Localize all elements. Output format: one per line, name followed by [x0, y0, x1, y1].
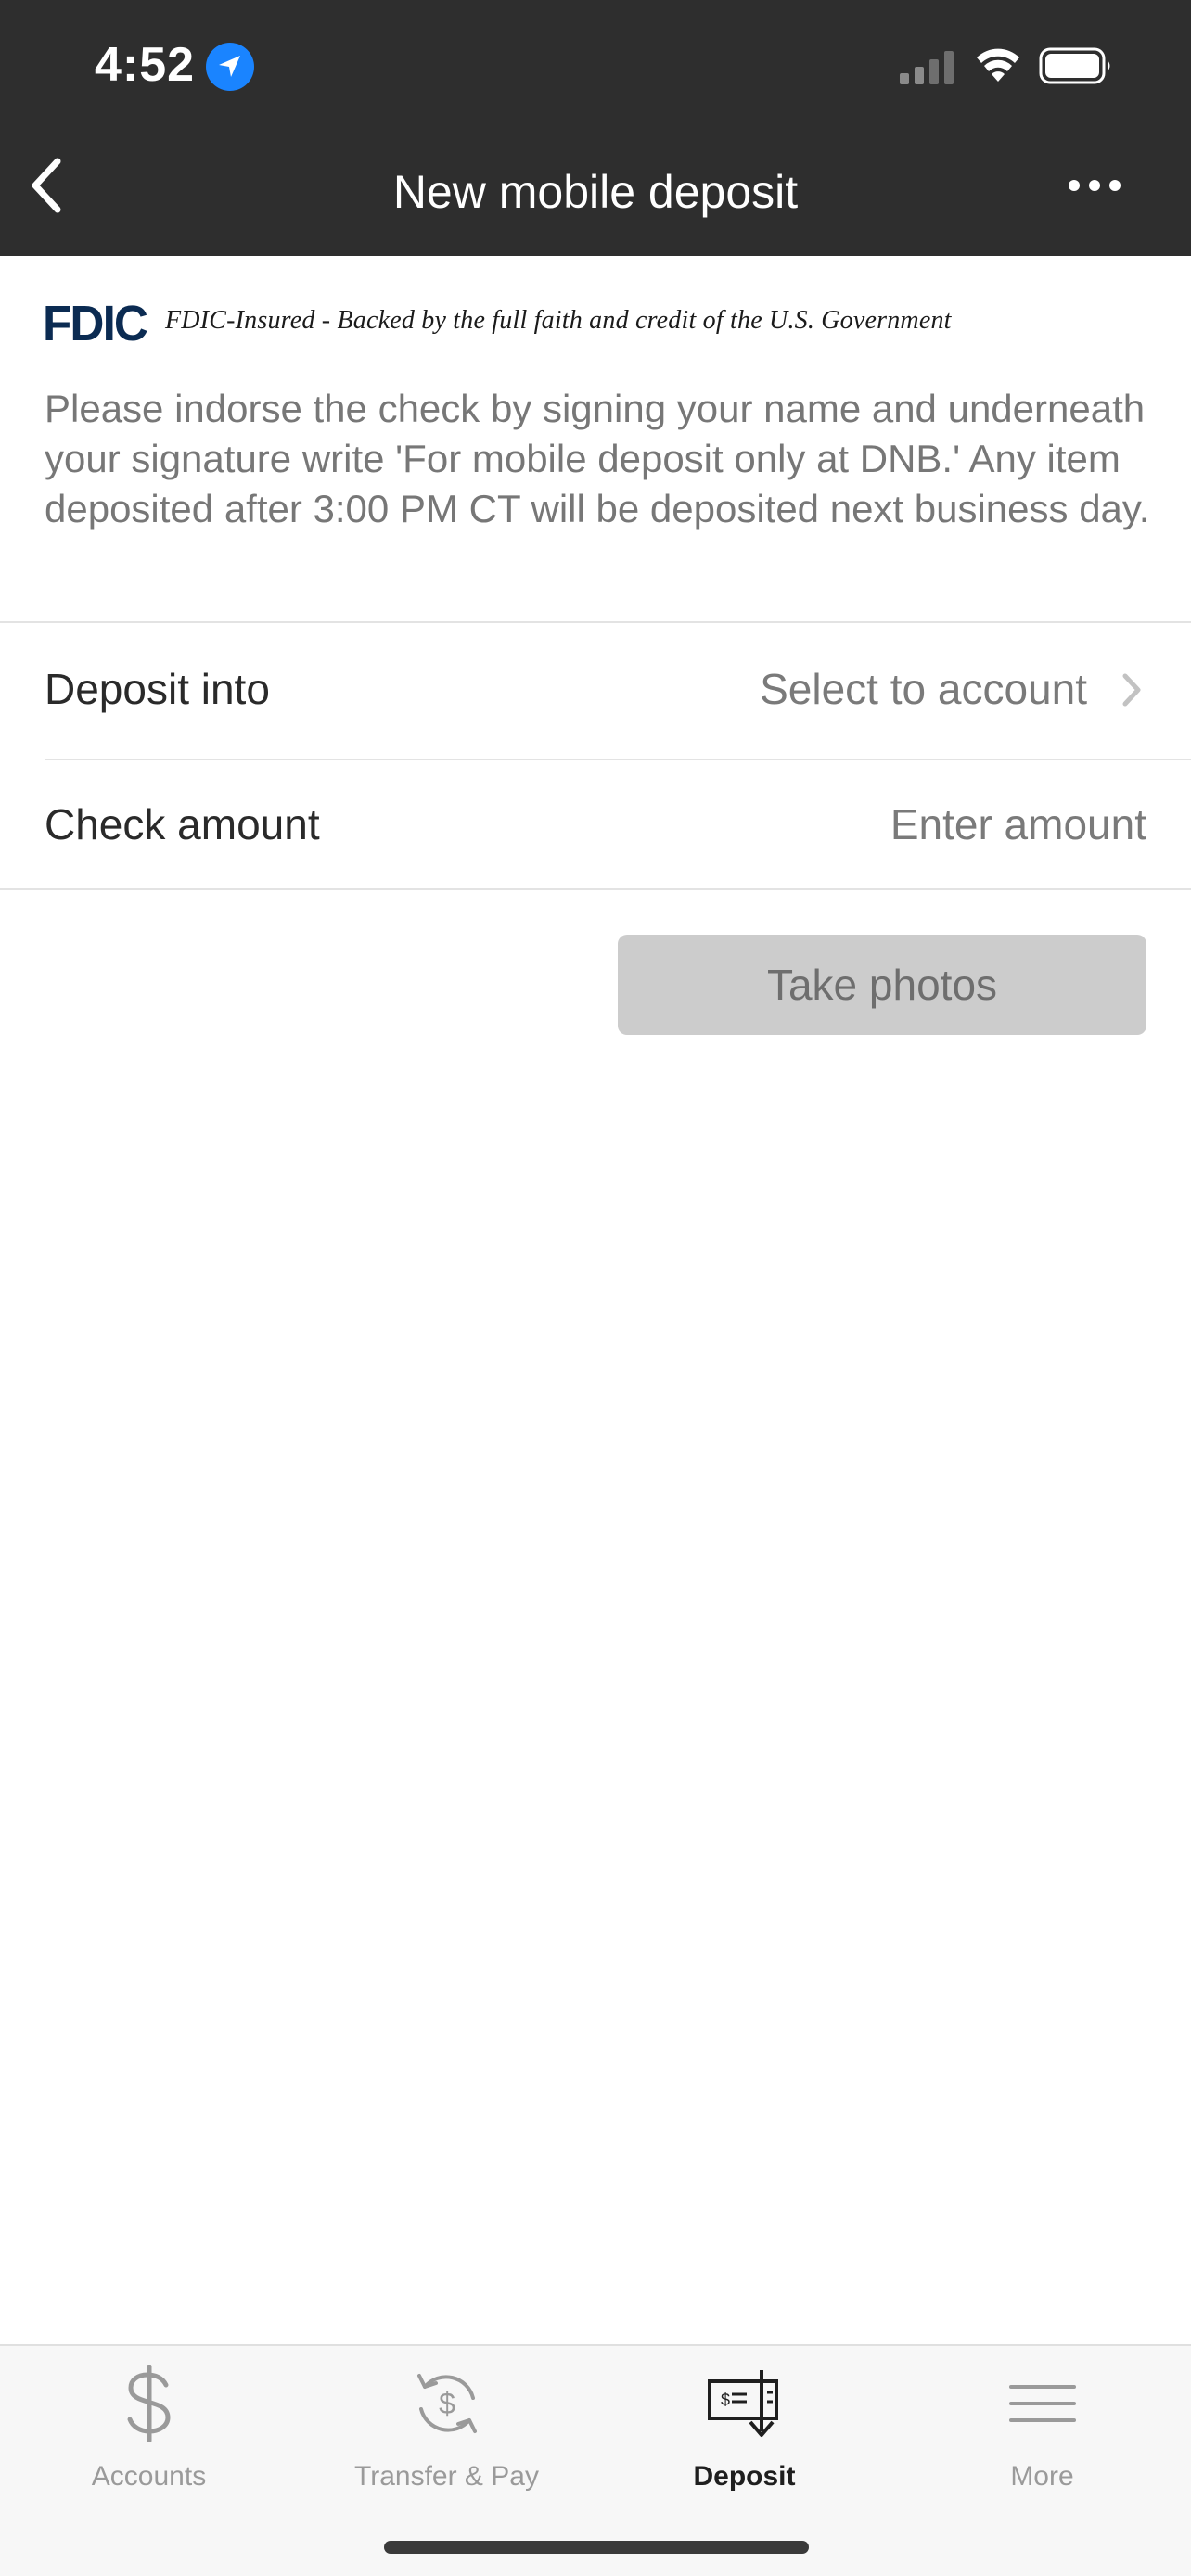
- svg-text:$: $: [721, 2391, 730, 2409]
- chevron-right-icon: [1122, 673, 1141, 707]
- dollar-icon: [127, 2365, 171, 2442]
- deposit-into-label: Deposit into: [45, 665, 270, 713]
- deposit-into-value: Select to account: [760, 665, 1087, 713]
- status-time: 4:52: [95, 38, 196, 92]
- tab-more[interactable]: More: [893, 2346, 1191, 2513]
- more-horizontal-icon: [1069, 180, 1121, 191]
- transfer-dollar-icon: $: [416, 2374, 477, 2433]
- battery-icon: [1039, 47, 1110, 84]
- deposit-into-row[interactable]: Deposit into Select to account: [0, 623, 1191, 759]
- check-amount-label: Check amount: [45, 800, 320, 848]
- take-photos-button[interactable]: Take photos: [618, 935, 1146, 1035]
- tab-label: Deposit: [693, 2461, 796, 2492]
- more-options-button[interactable]: [1065, 176, 1130, 210]
- check-amount-input[interactable]: Enter amount: [890, 799, 1146, 849]
- divider: [0, 888, 1191, 890]
- tab-label: More: [1010, 2461, 1074, 2492]
- tab-accounts[interactable]: Accounts: [0, 2346, 298, 2513]
- location-arrow-icon: [206, 43, 254, 91]
- tab-deposit[interactable]: $ Deposit: [596, 2346, 893, 2513]
- header: 4:52 New mobile deposit: [0, 0, 1191, 256]
- fdic-logo: FDIC: [43, 296, 148, 351]
- menu-icon: [1008, 2385, 1076, 2422]
- home-indicator[interactable]: [384, 2541, 809, 2554]
- wifi-icon: [977, 48, 1019, 82]
- tab-transfer-pay[interactable]: $ Transfer & Pay: [298, 2346, 596, 2513]
- tab-label: Transfer & Pay: [354, 2461, 539, 2492]
- page-title: New mobile deposit: [392, 166, 799, 218]
- deposit-instructions: Please indorse the check by signing your…: [45, 387, 1150, 530]
- cellular-signal-icon: [900, 51, 954, 84]
- fdic-notice: FDIC-Insured - Backed by the full faith …: [165, 306, 952, 335]
- svg-text:$: $: [439, 2387, 455, 2420]
- check-deposit-icon: $: [707, 2370, 778, 2437]
- mobile-deposit-screen: 4:52 New mobile deposit FDIC FDIC-Insure…: [0, 0, 1191, 2576]
- tab-label: Accounts: [91, 2461, 207, 2492]
- check-amount-row: Check amount Enter amount: [0, 760, 1191, 888]
